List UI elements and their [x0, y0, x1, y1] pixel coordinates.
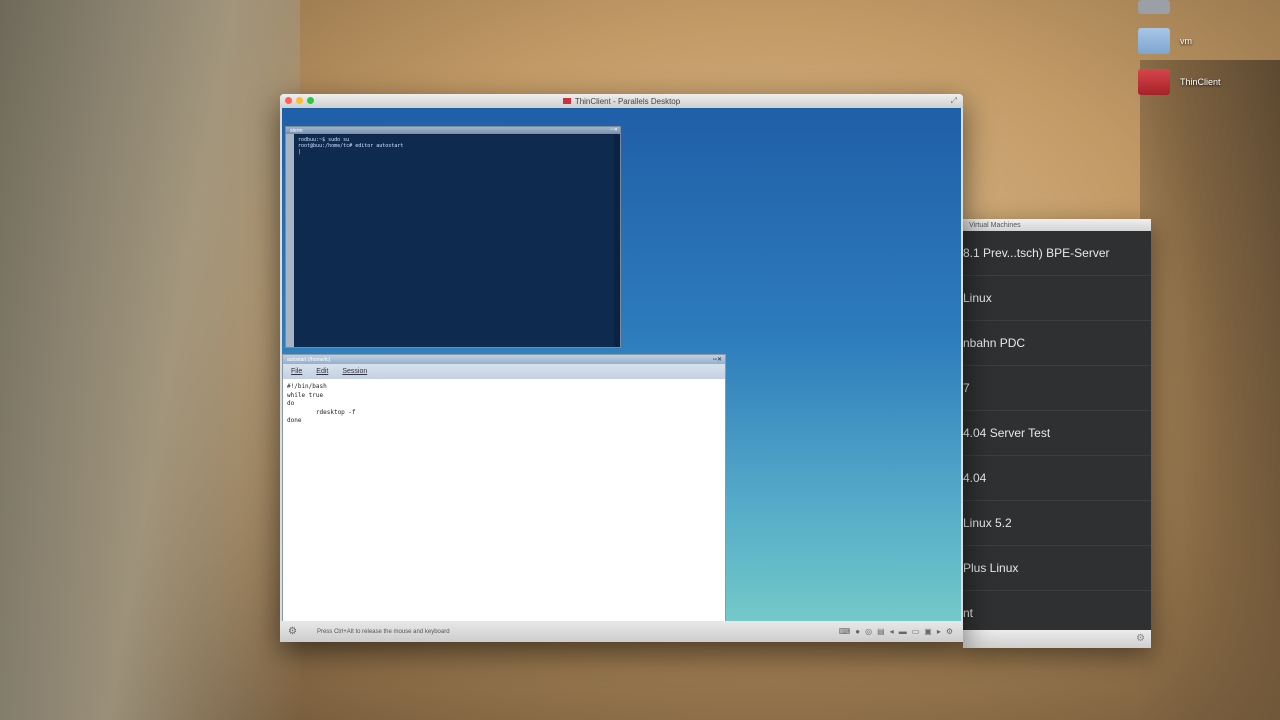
close-button[interactable]: [285, 97, 292, 104]
window-titlebar[interactable]: ThinClient - Parallels Desktop ⤢: [280, 94, 963, 108]
zoom-button[interactable]: [307, 97, 314, 104]
desktop-wallpaper-cliff: [0, 0, 300, 720]
keyboard-icon[interactable]: ⌨: [839, 627, 851, 636]
usb-icon[interactable]: ▬: [899, 627, 907, 636]
editor-line: done: [287, 417, 302, 424]
vm-list-item[interactable]: Plus Linux: [963, 546, 1151, 591]
window-controls: [285, 97, 314, 104]
vm-list-item[interactable]: Linux: [963, 276, 1151, 321]
status-hint: Press Ctrl+Alt to release the mouse and …: [316, 628, 450, 635]
desktop-wallpaper-rock: [1140, 60, 1280, 720]
settings-gear-icon[interactable]: ⚙: [288, 626, 297, 637]
mic-icon[interactable]: ●: [855, 627, 860, 636]
vm-list: 8.1 Prev...tsch) BPE-Server Linux nbahn PD…: [963, 231, 1151, 636]
vm-list-item[interactable]: nbahn PDC: [963, 321, 1151, 366]
arrow-icon[interactable]: ▸: [937, 627, 941, 636]
menu-session[interactable]: Session: [342, 368, 367, 375]
gear-icon[interactable]: ⚙: [946, 627, 953, 636]
folder-icon: [1138, 28, 1170, 54]
vm-list-item[interactable]: 7: [963, 366, 1151, 411]
desktop-icon-drive[interactable]: [1138, 0, 1180, 14]
editor-titlebar[interactable]: autostart (/home/tc) ▫▫✕: [283, 355, 725, 364]
terminal-line: |: [298, 149, 302, 155]
vm-windows-icon: [562, 98, 571, 104]
cd-icon[interactable]: ◎: [865, 627, 872, 636]
vm-list-item[interactable]: 4.04 Server Test: [963, 411, 1151, 456]
editor-line: #!/bin/bash: [287, 383, 327, 390]
editor-menubar: File Edit Session: [283, 364, 725, 379]
vm-list-item[interactable]: 8.1 Prev...tsch) BPE-Server: [963, 231, 1151, 276]
editor-line: rdesktop -f: [287, 408, 356, 416]
editor-line: do: [287, 400, 295, 407]
vm-list-footer: ⚙: [963, 630, 1151, 648]
xterm-window[interactable]: xterm ▫▫✕ rodbuu:~$ sudo su root@buu:/hom…: [285, 126, 621, 348]
sound-icon[interactable]: ◂: [890, 627, 894, 636]
desktop-icon-thinclient[interactable]: ThinClient: [1138, 69, 1221, 95]
editor-text-area[interactable]: #!/bin/bash while true do rdesktop -f done: [283, 379, 725, 430]
xterm-title: xterm: [290, 127, 303, 134]
editor-title: autostart (/home/tc): [287, 356, 331, 363]
desktop-icon-vm-folder[interactable]: vm: [1138, 28, 1192, 54]
parallels-vm-icon: [1138, 69, 1170, 95]
menu-edit[interactable]: Edit: [316, 368, 328, 375]
vm-screen[interactable]: xterm ▫▫✕ rodbuu:~$ sudo su root@buu:/hom…: [282, 108, 961, 636]
device-icons: ⌨ ● ◎ ▤ ◂ ▬ ▭ ▣ ▸ ⚙: [839, 627, 953, 636]
gear-icon[interactable]: ⚙: [1136, 633, 1145, 644]
desktop-icon-label: ThinClient: [1180, 77, 1221, 87]
virtual-machines-list-window: Virtual Machines 8.1 Prev...tsch) BPE-Se…: [963, 219, 1151, 648]
vm-list-item[interactable]: 4.04: [963, 456, 1151, 501]
parallels-statusbar: ⚙ Press Ctrl+Alt to release the mouse an…: [280, 621, 963, 642]
network-icon[interactable]: ▤: [877, 627, 885, 636]
editor-line: while true: [287, 391, 324, 399]
parallels-window: ThinClient - Parallels Desktop ⤢ xterm ▫…: [280, 94, 963, 642]
fullscreen-icon[interactable]: ⤢: [951, 96, 957, 106]
minimize-button[interactable]: [296, 97, 303, 104]
vm-list-item[interactable]: Linux 5.2: [963, 501, 1151, 546]
drive-icon: [1138, 0, 1170, 14]
editor-window[interactable]: autostart (/home/tc) ▫▫✕ File Edit Session…: [282, 354, 726, 636]
xterm-titlebar[interactable]: xterm ▫▫✕: [286, 127, 620, 134]
window-title: ThinClient - Parallels Desktop: [574, 96, 681, 106]
xterm-scrollbar[interactable]: [286, 134, 294, 347]
printer-icon[interactable]: ▭: [912, 627, 920, 636]
terminal-output[interactable]: rodbuu:~$ sudo su root@buu:/home/tc# edit…: [294, 135, 614, 347]
xterm-window-controls[interactable]: ▫▫✕: [610, 127, 618, 133]
shared-folder-icon[interactable]: ▣: [924, 627, 932, 636]
vm-list-title: Virtual Machines: [963, 219, 1151, 231]
editor-window-controls[interactable]: ▫▫✕: [713, 356, 722, 363]
menu-file[interactable]: File: [291, 368, 302, 375]
desktop-icon-label: vm: [1180, 36, 1192, 46]
